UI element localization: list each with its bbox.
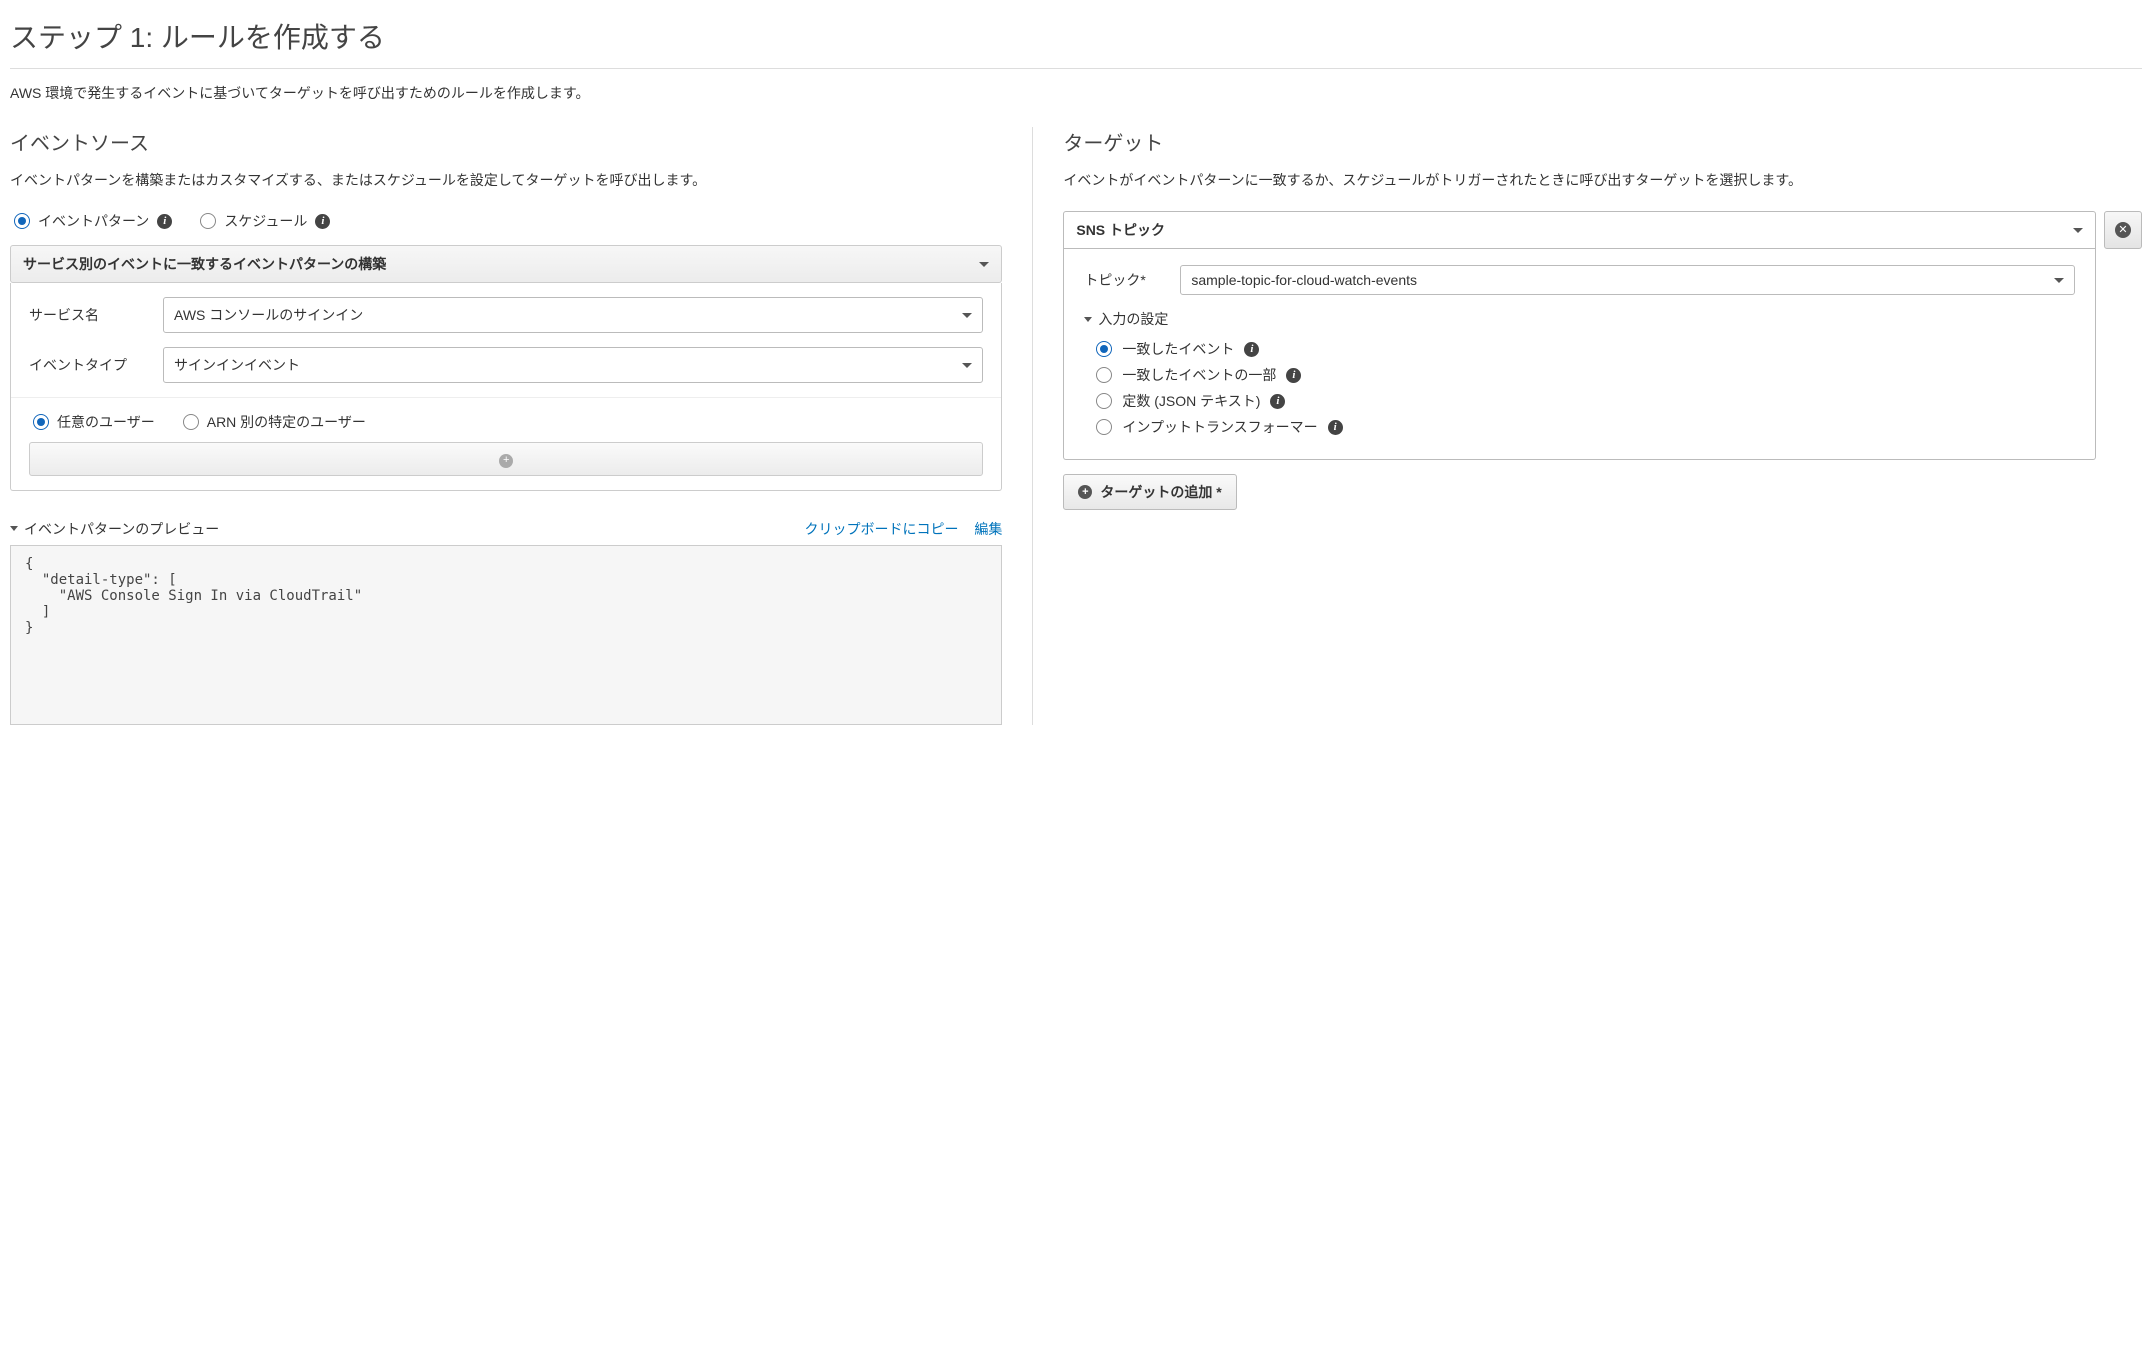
pattern-builder-dropdown[interactable]: サービス別のイベントに一致するイベントパターンの構築 <box>10 245 1002 283</box>
chevron-down-icon <box>979 262 989 267</box>
info-icon[interactable]: i <box>1270 394 1285 409</box>
radio-matched-event[interactable]: 一致したイベント i <box>1096 339 2075 359</box>
add-condition-button[interactable]: + <box>29 442 983 476</box>
radio-transformer-label: インプットトランスフォーマー <box>1122 417 1317 437</box>
radio-partial-event[interactable]: 一致したイベントの一部 i <box>1096 365 2075 385</box>
event-source-title: イベントソース <box>10 127 1002 156</box>
page-title: ステップ 1: ルールを作成する <box>10 16 2142 69</box>
radio-event-pattern-label: イベントパターン <box>38 211 149 231</box>
radio-constant-label: 定数 (JSON テキスト) <box>1122 391 1260 411</box>
edit-link[interactable]: 編集 <box>974 521 1002 537</box>
event-type-label: イベントタイプ <box>29 355 149 375</box>
event-type-value: サインインイベント <box>174 355 300 375</box>
plus-icon: + <box>499 454 513 468</box>
preview-title-label: イベントパターンのプレビュー <box>24 519 219 539</box>
radio-arn-user[interactable]: ARN 別の特定のユーザー <box>183 412 366 432</box>
pattern-builder-label: サービス別のイベントに一致するイベントパターンの構築 <box>23 254 386 274</box>
info-icon[interactable]: i <box>1286 368 1301 383</box>
radio-icon <box>1096 419 1112 435</box>
radio-event-pattern[interactable]: イベントパターン i <box>14 211 172 231</box>
targets-desc: イベントがイベントパターンに一致するか、スケジュールがトリガーされたときに呼び出… <box>1063 170 2142 191</box>
add-target-button[interactable]: + ターゲットの追加 * <box>1063 474 1236 510</box>
radio-input-transformer[interactable]: インプットトランスフォーマー i <box>1096 417 2075 437</box>
copy-to-clipboard-link[interactable]: クリップボードにコピー <box>804 521 958 537</box>
radio-icon <box>200 213 216 229</box>
radio-constant-json[interactable]: 定数 (JSON テキスト) i <box>1096 391 2075 411</box>
topic-label: トピック* <box>1084 270 1164 290</box>
service-name-value: AWS コンソールのサインイン <box>174 305 363 325</box>
info-icon[interactable]: i <box>157 214 172 229</box>
page-description: AWS 環境で発生するイベントに基づいてターゲットを呼び出すためのルールを作成し… <box>10 83 2142 103</box>
radio-icon <box>33 414 49 430</box>
event-source-column: イベントソース イベントパターンを構築またはカスタマイズする、またはスケジュール… <box>10 127 1033 725</box>
service-name-select[interactable]: AWS コンソールのサインイン <box>163 297 983 333</box>
chevron-down-icon <box>2073 228 2083 233</box>
targets-column: ターゲット イベントがイベントパターンに一致するか、スケジュールがトリガーされた… <box>1033 127 2142 725</box>
event-type-select[interactable]: サインインイベント <box>163 347 983 383</box>
target-type-value: SNS トピック <box>1076 220 1165 240</box>
radio-arn-user-label: ARN 別の特定のユーザー <box>207 412 366 432</box>
event-pattern-preview-code: { "detail-type": [ "AWS Console Sign In … <box>10 545 1002 725</box>
chevron-down-icon <box>2054 278 2064 283</box>
pattern-builder-panel: サービス名 AWS コンソールのサインイン イベントタイプ サインインイベント … <box>10 283 1002 491</box>
target-type-select[interactable]: SNS トピック <box>1063 211 2096 249</box>
radio-icon <box>1096 341 1112 357</box>
radio-any-user-label: 任意のユーザー <box>57 412 155 432</box>
input-config-label: 入力の設定 <box>1098 309 1168 329</box>
chevron-down-icon <box>962 313 972 318</box>
add-target-label: ターゲットの追加 * <box>1100 482 1221 502</box>
info-icon[interactable]: i <box>1244 342 1259 357</box>
event-source-desc: イベントパターンを構築またはカスタマイズする、またはスケジュールを設定してターゲ… <box>10 170 1002 191</box>
radio-schedule[interactable]: スケジュール i <box>200 211 330 231</box>
info-icon[interactable]: i <box>315 214 330 229</box>
radio-any-user[interactable]: 任意のユーザー <box>33 412 155 432</box>
radio-partial-label: 一致したイベントの一部 <box>1122 365 1276 385</box>
input-config-toggle[interactable]: 入力の設定 <box>1084 309 2075 329</box>
close-icon: ✕ <box>2115 222 2131 238</box>
chevron-down-icon <box>10 526 18 531</box>
chevron-down-icon <box>962 363 972 368</box>
chevron-down-icon <box>1084 317 1092 322</box>
radio-icon <box>183 414 199 430</box>
topic-select[interactable]: sample-topic-for-cloud-watch-events <box>1180 265 2075 295</box>
info-icon[interactable]: i <box>1328 420 1343 435</box>
remove-target-button[interactable]: ✕ <box>2104 211 2142 249</box>
radio-icon <box>1096 393 1112 409</box>
preview-toggle[interactable]: イベントパターンのプレビュー <box>10 519 219 539</box>
targets-title: ターゲット <box>1063 127 2142 156</box>
target-config-panel: トピック* sample-topic-for-cloud-watch-event… <box>1063 249 2096 460</box>
radio-icon <box>14 213 30 229</box>
service-name-label: サービス名 <box>29 305 149 325</box>
topic-value: sample-topic-for-cloud-watch-events <box>1191 272 1417 288</box>
radio-matched-label: 一致したイベント <box>1122 339 1234 359</box>
radio-schedule-label: スケジュール <box>224 211 307 231</box>
plus-icon: + <box>1078 485 1092 499</box>
radio-icon <box>1096 367 1112 383</box>
